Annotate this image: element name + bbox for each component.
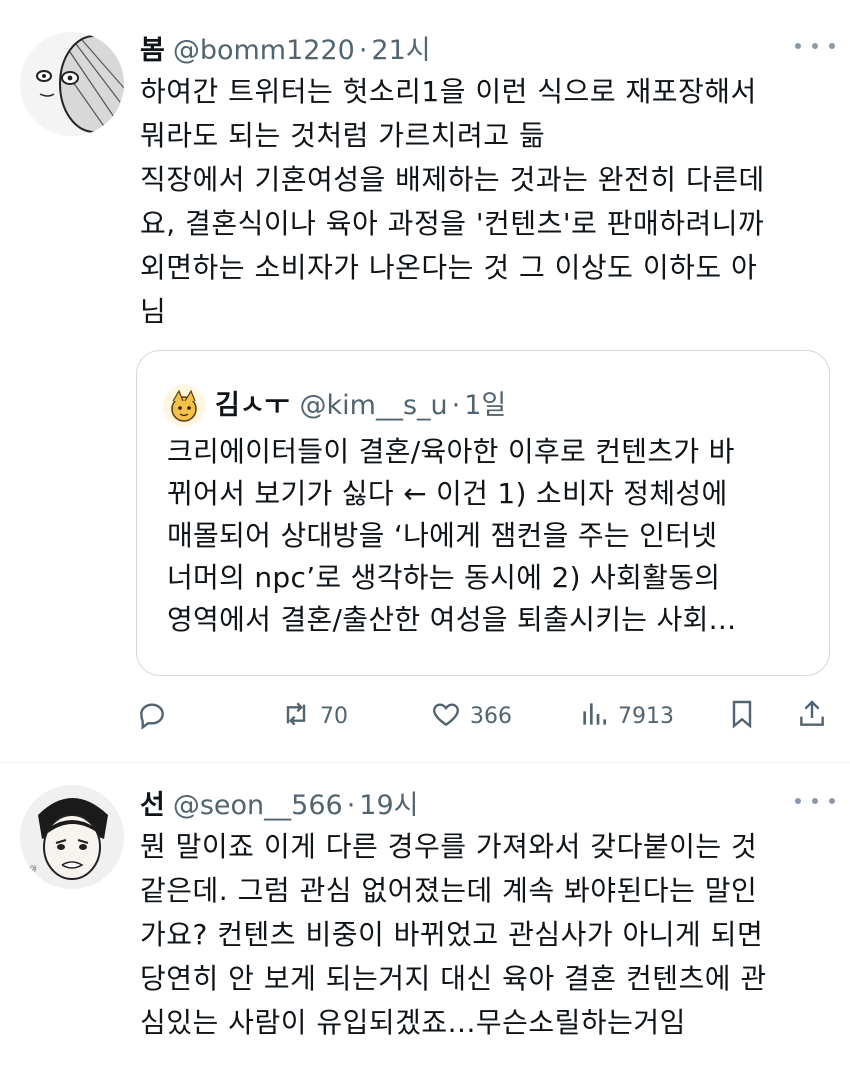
avatar[interactable] bbox=[20, 32, 124, 136]
more-options-icon[interactable] bbox=[795, 36, 835, 56]
user-handle[interactable]: @bomm1220 bbox=[173, 35, 355, 66]
like-button[interactable]: 366 bbox=[430, 694, 512, 738]
quote-avatar[interactable] bbox=[163, 385, 205, 427]
tweet-actions: 70 366 7913 bbox=[136, 694, 836, 738]
heart-icon bbox=[430, 698, 462, 734]
views-count: 7913 bbox=[618, 703, 674, 729]
retweet-count: 70 bbox=[320, 703, 348, 729]
tweet-text: 하여간 트위터는 헛소리1을 이런 식으로 재포장해서 뭐라도 되는 것처럼 가… bbox=[140, 75, 765, 328]
user-handle[interactable]: @seon__566 bbox=[173, 790, 343, 821]
tweet-header: 선 @seon__566 · 19시 bbox=[140, 783, 419, 822]
tweet-seon[interactable]: 야 선 @seon__566 · 19시 뭔 말이죠 이게 다른 경우를 가져와… bbox=[0, 763, 850, 1070]
quote-header: 김ㅅㅜ @kim__s_u · 1일 bbox=[215, 383, 506, 422]
reply-icon bbox=[136, 698, 168, 734]
share-icon bbox=[796, 698, 828, 734]
like-count: 366 bbox=[470, 703, 512, 729]
retweet-button[interactable]: 70 bbox=[280, 694, 348, 738]
quote-text: 크리에이터들이 결혼/육아한 이후로 컨텐츠가 바 뀌어서 보기가 싫다 ← 이… bbox=[167, 435, 737, 636]
quote-display-name[interactable]: 김ㅅㅜ bbox=[215, 383, 290, 422]
tweet-text: 뭔 말이죠 이게 다른 경우를 가져와서 갖다붙이는 것 같은데. 그럼 관심 … bbox=[140, 830, 767, 1039]
share-button[interactable] bbox=[796, 694, 828, 738]
bookmark-button[interactable] bbox=[726, 694, 758, 738]
quote-user-handle[interactable]: @kim__s_u bbox=[300, 390, 448, 421]
retweet-icon bbox=[280, 698, 312, 734]
separator-dot: · bbox=[346, 790, 356, 821]
views-icon bbox=[578, 698, 610, 734]
tweet-header: 봄 @bomm1220 · 21시 bbox=[140, 28, 431, 67]
separator-dot: · bbox=[358, 35, 368, 66]
timestamp[interactable]: 19시 bbox=[359, 783, 418, 822]
timestamp[interactable]: 21시 bbox=[371, 28, 430, 67]
bookmark-icon bbox=[726, 698, 758, 734]
more-options-icon[interactable] bbox=[795, 791, 835, 811]
reply-button[interactable] bbox=[136, 694, 168, 738]
quote-timestamp[interactable]: 1일 bbox=[464, 383, 506, 422]
svg-text:야: 야 bbox=[30, 864, 37, 873]
views-button[interactable]: 7913 bbox=[578, 694, 674, 738]
avatar[interactable]: 야 bbox=[20, 785, 124, 889]
quoted-tweet[interactable]: 김ㅅㅜ @kim__s_u · 1일 크리에이터들이 결혼/육아한 이후로 컨텐… bbox=[136, 350, 830, 676]
display-name[interactable]: 선 bbox=[140, 783, 165, 822]
tweet-bomm[interactable]: 봄 @bomm1220 · 21시 하여간 트위터는 헛소리1을 이런 식으로 … bbox=[0, 0, 850, 762]
quote-separator-dot: · bbox=[451, 390, 461, 421]
display-name[interactable]: 봄 bbox=[140, 28, 165, 67]
